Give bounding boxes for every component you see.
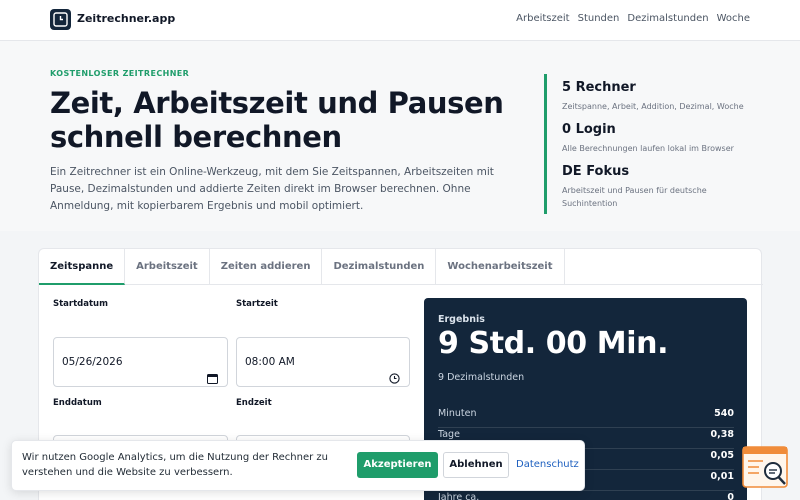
search-document-icon[interactable] [741,446,791,488]
main-nav: Arbeitszeit Stunden Dezimalstunden Woche [516,13,750,24]
tab-arbeitszeit[interactable]: Arbeitszeit [125,249,210,285]
hero-eyebrow: KOSTENLOSER ZEITRECHNER [50,69,190,78]
result-row-value: 540 [714,408,734,419]
nav-link-arbeitszeit[interactable]: Arbeitszeit [516,13,569,24]
result-row-label: Minuten [438,408,477,419]
cookie-banner: Wir nutzen Google Analytics, um die Nutz… [11,440,585,491]
stat-value: 0 Login [562,122,616,137]
top-navigation-bar: Zeitrechner.app Arbeitszeit Stunden Dezi… [0,0,800,41]
stat-description: Alle Berechnungen laufen lokal im Browse… [562,144,734,153]
stat-login: 0 Login Alle Berechnungen laufen lokal i… [562,122,762,155]
feature-stats: 5 Rechner Zeitspanne, Arbeit, Addition, … [544,74,766,214]
end-time-label: Endzeit [236,398,272,408]
privacy-link[interactable]: Datenschutz [516,459,579,470]
result-decimal-hours: 9 Dezimalstunden [438,372,525,383]
nav-link-stunden[interactable]: Stunden [578,13,620,24]
start-time-value: 08:00 AM [245,356,295,368]
start-date-label: Startdatum [53,299,108,309]
stat-focus: DE Fokus Arbeitszeit und Pausen für deut… [562,164,762,210]
start-date-value: 05/26/2026 [62,356,123,368]
tab-zeitspanne[interactable]: Zeitspanne [39,249,126,285]
start-date-input[interactable]: 05/26/2026 [53,337,228,387]
accept-cookies-button[interactable]: Akzeptieren [357,452,438,478]
calendar-icon[interactable] [207,357,218,405]
tab-zeiten-addieren[interactable]: Zeiten addieren [210,249,323,285]
logo-clock-icon[interactable] [50,9,71,30]
result-row-label: Jahre ca. [438,492,480,500]
nav-link-dezimalstunden[interactable]: Dezimalstunden [627,13,708,24]
decline-cookies-button[interactable]: Ablehnen [443,452,509,478]
cookie-message: Wir nutzen Google Analytics, um die Nutz… [22,452,329,478]
result-row-value: 0 [727,492,734,500]
result-row-value: 0,01 [710,471,734,482]
result-label: Ergebnis [438,314,485,325]
page-title: Zeit, Arbeitszeit und Pausen schnell ber… [50,86,504,154]
result-row-label: Tage [438,429,460,440]
result-row-value: 0,38 [710,429,734,440]
calculator-tabs: Zeitspanne Arbeitszeit Zeiten addieren D… [39,249,763,285]
tab-wochenarbeitszeit[interactable]: Wochenarbeitszeit [436,249,565,285]
hero-intro: Ein Zeitrechner ist ein Online-Werkzeug,… [50,166,494,212]
start-time-label: Startzeit [236,299,278,309]
nav-link-woche[interactable]: Woche [717,13,750,24]
brand-name[interactable]: Zeitrechner.app [77,12,175,25]
stat-calculators: 5 Rechner Zeitspanne, Arbeit, Addition, … [562,80,762,113]
stat-value: 5 Rechner [562,80,636,95]
start-time-input[interactable]: 08:00 AM [236,337,410,387]
end-date-label: Enddatum [53,398,102,408]
result-row-minutes: Minuten 540 [438,408,734,428]
result-main-value: 9 Std. 00 Min. [438,326,669,361]
result-row-years: Jahre ca. 0 [438,492,734,500]
clock-icon[interactable] [389,357,400,405]
stat-description: Zeitspanne, Arbeit, Addition, Dezimal, W… [562,102,744,111]
result-row-value: 0,05 [710,450,734,461]
stat-value: DE Fokus [562,164,630,179]
tab-dezimalstunden[interactable]: Dezimalstunden [322,249,437,285]
stat-description: Arbeitszeit und Pausen für deutsche Such… [562,186,707,208]
